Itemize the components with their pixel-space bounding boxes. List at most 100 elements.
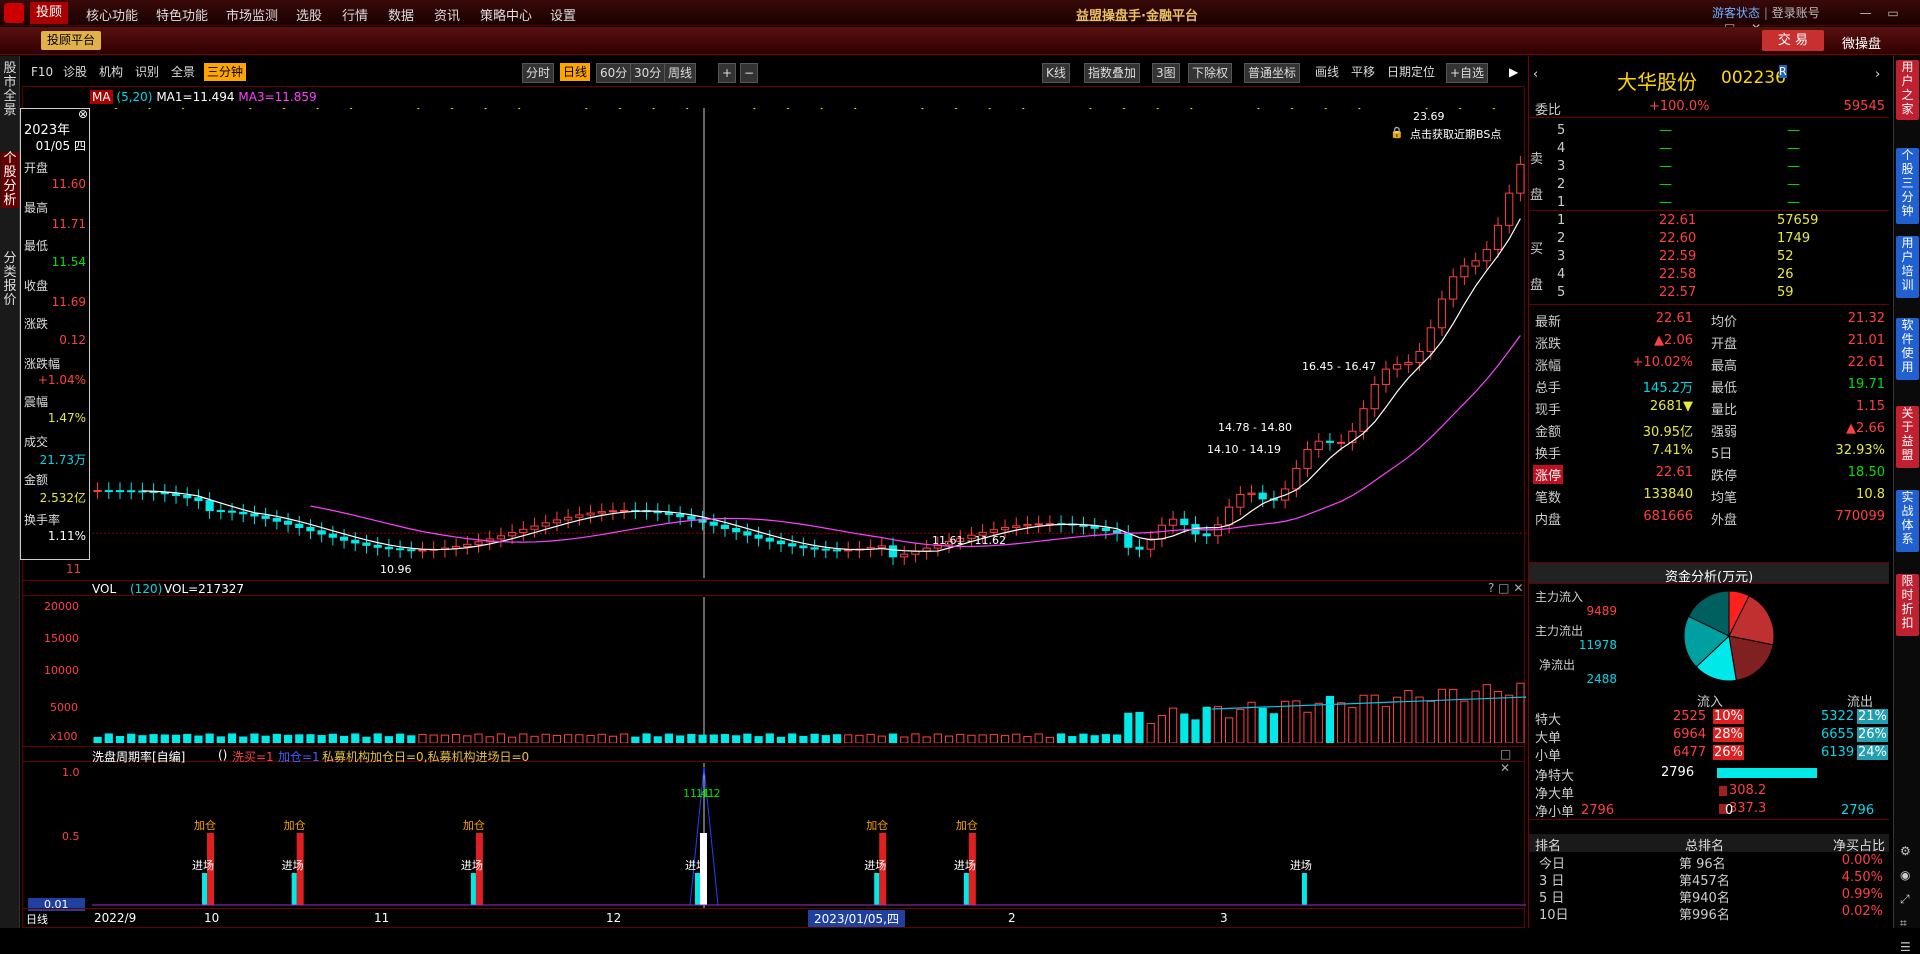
coordinate-dropdown[interactable]: 普通坐标 bbox=[1244, 63, 1301, 83]
candle-body bbox=[1516, 163, 1525, 194]
vol-panel-controls[interactable]: ? □ ✕ bbox=[1488, 581, 1523, 595]
tool-icon-4[interactable]: ⌗ bbox=[1900, 916, 1907, 931]
period-selector[interactable]: 日线 bbox=[26, 911, 48, 927]
date-locate-button[interactable]: 日期定位 bbox=[1384, 63, 1438, 81]
tab-three-min[interactable]: 个股三分钟 bbox=[1896, 148, 1919, 224]
tab-discount[interactable]: 限时折扣 bbox=[1896, 574, 1919, 636]
buy-row[interactable]: 4 22.58 26 bbox=[1529, 266, 1889, 284]
identify-button[interactable]: 识别 bbox=[132, 63, 162, 81]
wash-entry-bar bbox=[1301, 873, 1307, 905]
period-60min[interactable]: 60分 bbox=[596, 63, 632, 83]
buy-row[interactable]: 1 22.61 57659 bbox=[1529, 212, 1889, 230]
tool-icon-2[interactable]: ◉ bbox=[1900, 868, 1910, 882]
tab-about[interactable]: 关于益盟 bbox=[1896, 406, 1919, 468]
buy-row[interactable]: 2 22.60 1749 bbox=[1529, 230, 1889, 248]
trade-button[interactable]: 交 易 bbox=[1762, 30, 1824, 51]
period-30min[interactable]: 30分 bbox=[630, 63, 666, 83]
kline-dropdown[interactable]: K线 bbox=[1042, 63, 1070, 83]
menu-select[interactable]: 选股 bbox=[296, 5, 322, 24]
ex-right-dropdown[interactable]: 下除权 bbox=[1188, 63, 1233, 83]
wash-add-tag: 加仓 bbox=[284, 818, 306, 832]
login-link[interactable]: 登录账号 bbox=[1772, 6, 1820, 20]
signal-marker bbox=[1154, 108, 1161, 110]
period-intraday[interactable]: 分时 bbox=[522, 63, 555, 83]
quote-label: 金额 bbox=[1535, 425, 1562, 440]
tab-category-quote[interactable]: 分类报价 bbox=[1, 252, 19, 308]
candle-body bbox=[888, 545, 898, 558]
institution-button[interactable]: 机构 bbox=[96, 63, 126, 81]
f10-button[interactable]: F10 bbox=[28, 63, 56, 81]
tab-training[interactable]: 用户培训 bbox=[1896, 236, 1919, 298]
three-minute-button[interactable]: 三分钟 bbox=[204, 63, 247, 81]
sell-row[interactable]: 5 — — bbox=[1529, 122, 1889, 140]
tab-stock-analysis[interactable]: 个股分析 bbox=[1, 152, 19, 208]
vol-selector[interactable]: VOL bbox=[92, 582, 116, 596]
quote-row: 涨跌 ▲2.06 开盘 21.01 bbox=[1529, 330, 1889, 352]
menu-monitor[interactable]: 市场监测 bbox=[226, 5, 278, 24]
add-watchlist-button[interactable]: +自选 bbox=[1446, 63, 1489, 83]
bs-point-hint[interactable]: 点击获取近期BS点 bbox=[1410, 126, 1501, 142]
buy-row[interactable]: 3 22.59 52 bbox=[1529, 248, 1889, 266]
menu-core[interactable]: 核心功能 bbox=[86, 5, 138, 24]
buy-row[interactable]: 5 22.57 59 bbox=[1529, 284, 1889, 302]
tab-practice[interactable]: 实战体系 bbox=[1896, 490, 1919, 552]
candle-body bbox=[1034, 523, 1043, 526]
volume-bar bbox=[1493, 690, 1503, 743]
volume-bar bbox=[653, 736, 662, 743]
quote-value: 30.95亿 bbox=[1642, 425, 1693, 440]
candle-body bbox=[183, 494, 192, 499]
panorama-button[interactable]: 全景 bbox=[168, 63, 198, 81]
wash-in-tag: 进场 bbox=[461, 858, 483, 872]
guest-status[interactable]: 游客状态 bbox=[1712, 6, 1760, 20]
menu-data[interactable]: 数据 bbox=[388, 5, 414, 24]
volume-chart[interactable] bbox=[92, 597, 1526, 743]
prev-stock-icon[interactable]: ‹ bbox=[1533, 67, 1538, 82]
three-chart-dropdown[interactable]: 3图 bbox=[1152, 63, 1180, 83]
quote-value-2: 22.61 bbox=[1847, 355, 1885, 370]
rank-period: 10日 bbox=[1539, 908, 1569, 923]
wash-cycle-chart[interactable]: 加仓进场加仓进场加仓进场加仓进场加仓进场进场 进场11.4111.2 bbox=[92, 763, 1526, 908]
tab-market-overview[interactable]: 股市全景 bbox=[1, 62, 19, 118]
advisor-platform-button[interactable]: 投顾平台 bbox=[41, 31, 102, 50]
tab-software[interactable]: 软件使用 bbox=[1896, 318, 1919, 380]
period-weekly[interactable]: 周线 bbox=[664, 63, 697, 83]
micro-trade-button[interactable]: 微操盘 bbox=[1842, 33, 1881, 52]
signal-marker bbox=[818, 108, 825, 110]
index-overlay-dropdown[interactable]: 指数叠加 bbox=[1084, 63, 1141, 83]
sell-row[interactable]: 3 — — bbox=[1529, 158, 1889, 176]
next-stock-icon[interactable]: › bbox=[1875, 67, 1880, 82]
book-divider-bottom bbox=[1529, 304, 1889, 305]
signal-marker bbox=[314, 108, 321, 110]
tool-icon-5[interactable]: ☰ bbox=[1900, 940, 1911, 954]
period-daily[interactable]: 日线 bbox=[560, 63, 591, 81]
candle-body bbox=[799, 545, 808, 549]
menu-feature[interactable]: 特色功能 bbox=[156, 5, 208, 24]
pan-button[interactable]: 平移 bbox=[1348, 63, 1378, 81]
menu-news[interactable]: 资讯 bbox=[434, 5, 460, 24]
collapse-panel-icon[interactable]: ▶ bbox=[1506, 63, 1521, 81]
volume-bar bbox=[127, 733, 136, 743]
ma-selector[interactable]: MA bbox=[90, 90, 113, 104]
minimize-icon[interactable]: — bbox=[1860, 6, 1872, 20]
sell-row[interactable]: 4 — — bbox=[1529, 140, 1889, 158]
draw-line-button[interactable]: 画线 bbox=[1312, 63, 1342, 81]
tab-user-home[interactable]: 用户之家 bbox=[1896, 60, 1919, 120]
diagnose-button[interactable]: 诊股 bbox=[60, 63, 90, 81]
lock-icon[interactable]: 🔒 bbox=[1390, 126, 1404, 139]
menu-strategy[interactable]: 策略中心 bbox=[480, 5, 532, 24]
zoom-in-button[interactable]: + bbox=[718, 63, 737, 83]
close-info-icon[interactable]: ⊗ bbox=[78, 107, 88, 121]
tool-icon-1[interactable]: ⚙ bbox=[1900, 844, 1911, 858]
restore-icon[interactable]: ▭ bbox=[1887, 6, 1898, 20]
kline-chart[interactable] bbox=[92, 108, 1526, 578]
info-amount: 2.532亿 bbox=[39, 491, 86, 505]
menu-settings[interactable]: 设置 bbox=[550, 5, 576, 24]
sell-row[interactable]: 2 — — bbox=[1529, 176, 1889, 194]
tool-icon-3[interactable]: ⤢ bbox=[1900, 892, 1910, 907]
menu-investment-advisor[interactable]: 投顾 bbox=[30, 2, 69, 24]
candle-body bbox=[810, 547, 819, 550]
menu-quote[interactable]: 行情 bbox=[342, 5, 368, 24]
volume-bar bbox=[541, 733, 550, 743]
zoom-out-button[interactable]: − bbox=[740, 63, 759, 83]
quote-label-2: 均价 bbox=[1711, 315, 1738, 330]
